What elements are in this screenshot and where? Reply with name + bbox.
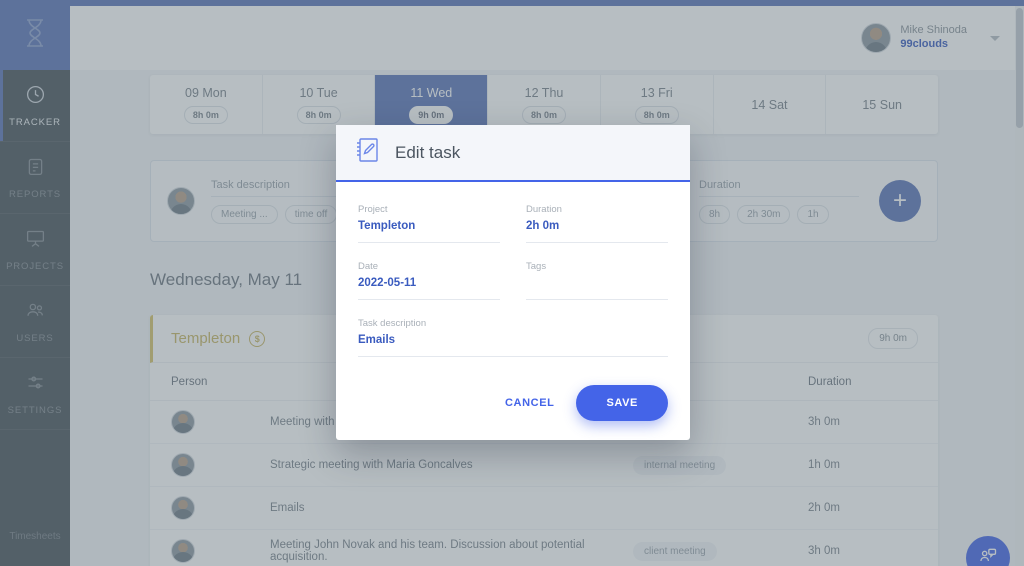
dialog-form: Project Templeton Duration 2h 0m Date 20… xyxy=(358,204,668,357)
field-project[interactable]: Project Templeton xyxy=(358,204,500,243)
field-duration[interactable]: Duration 2h 0m xyxy=(526,204,668,243)
field-task-description-value[interactable]: Emails xyxy=(358,334,668,357)
field-tags-label: Tags xyxy=(526,261,547,272)
save-button[interactable]: SAVE xyxy=(576,385,668,421)
dialog-footer: CANCEL SAVE xyxy=(336,366,690,440)
field-duration-label: Duration xyxy=(526,204,562,215)
field-project-value[interactable]: Templeton xyxy=(358,220,500,243)
field-duration-value[interactable]: 2h 0m xyxy=(526,220,668,243)
field-project-label: Project xyxy=(358,204,388,215)
field-date-value[interactable]: 2022-05-11 xyxy=(358,277,500,300)
dialog-body: Project Templeton Duration 2h 0m Date 20… xyxy=(336,182,690,366)
dialog-title: Edit task xyxy=(395,142,461,162)
app-window: TRACKER REPORTS PROJECTS USERS SETTINGS … xyxy=(0,0,1024,566)
field-task-description-label: Task description xyxy=(358,318,427,329)
field-task-description[interactable]: Task description Emails xyxy=(358,318,668,357)
notepad-edit-icon xyxy=(354,136,380,169)
field-date-label: Date xyxy=(358,261,379,272)
field-tags-value[interactable] xyxy=(526,277,668,300)
field-date[interactable]: Date 2022-05-11 xyxy=(358,261,500,300)
cancel-button[interactable]: CANCEL xyxy=(505,397,554,409)
dialog-header: Edit task xyxy=(336,125,690,182)
field-tags[interactable]: Tags xyxy=(526,261,668,300)
edit-task-dialog: Edit task Project Templeton Duration 2h … xyxy=(336,125,690,440)
